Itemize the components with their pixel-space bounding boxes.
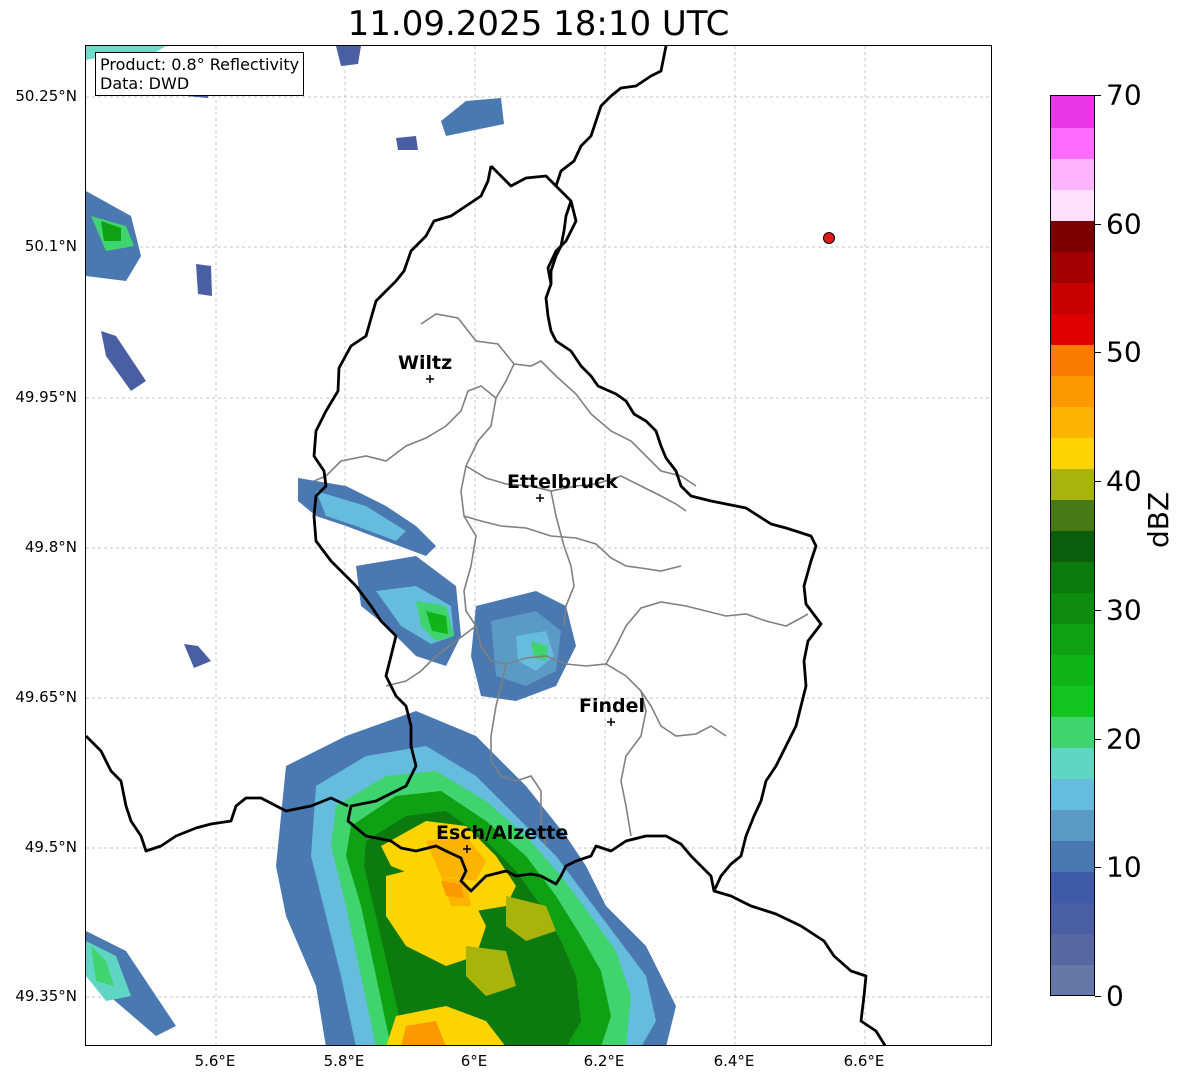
colorbar-tick-label: 60 <box>1106 207 1142 241</box>
colorbar-segment <box>1051 933 1094 965</box>
lon-label: 6°E <box>460 1052 488 1070</box>
colorbar-tick-label: 40 <box>1106 464 1142 498</box>
map-canvas: Wiltz Ettelbruck Findel Esch/Alzette <box>86 46 991 1045</box>
colorbar-segment <box>1051 158 1094 190</box>
colorbar-segment <box>1051 468 1094 500</box>
product-label: Product: 0.8° Reflectivity <box>100 55 300 74</box>
radar-map: Wiltz Ettelbruck Findel Esch/Alzette <box>85 45 992 1046</box>
colorbar-segment <box>1051 437 1094 469</box>
colorbar-segment <box>1051 127 1094 159</box>
lon-label: 6.6°E <box>843 1052 885 1070</box>
colorbar-tick-label: 10 <box>1106 850 1142 884</box>
colorbar-tick <box>1095 996 1101 997</box>
colorbar-segment <box>1051 344 1094 376</box>
radar-site-marker <box>823 232 835 244</box>
map-title: 11.09.2025 18:10 UTC <box>347 4 730 44</box>
colorbar-tick <box>1095 609 1101 611</box>
colorbar-tick-label: 30 <box>1106 593 1142 627</box>
radar-echoes <box>86 46 676 1045</box>
colorbar-segment <box>1051 840 1094 872</box>
city-label-ettelbruck: Ettelbruck <box>507 471 618 493</box>
colorbar-segment <box>1051 251 1094 283</box>
colorbar-segment <box>1051 871 1094 903</box>
colorbar-segment <box>1051 964 1094 995</box>
lon-label: 6.4°E <box>713 1052 755 1070</box>
lat-label: 49.35°N <box>15 987 77 1005</box>
colorbar-segment <box>1051 809 1094 841</box>
colorbar-segment <box>1051 592 1094 624</box>
colorbar-segment <box>1051 499 1094 531</box>
colorbar-segment <box>1051 313 1094 345</box>
colorbar-segment <box>1051 778 1094 810</box>
colorbar-segment <box>1051 561 1094 593</box>
lat-label: 50.25°N <box>15 87 77 105</box>
lon-label: 5.6°E <box>194 1052 236 1070</box>
lat-label: 49.8°N <box>24 538 77 556</box>
colorbar-segment <box>1051 220 1094 252</box>
city-marker-ettelbruck <box>536 494 544 502</box>
city-label-wiltz: Wiltz <box>398 352 452 374</box>
city-marker-wiltz <box>426 375 434 383</box>
colorbar-segment <box>1051 902 1094 934</box>
lat-label: 49.65°N <box>15 688 77 706</box>
city-marker-findel <box>607 718 615 726</box>
lat-label: 50.1°N <box>24 237 77 255</box>
colorbar-segment <box>1051 747 1094 779</box>
lon-label: 6.2°E <box>583 1052 625 1070</box>
colorbar-segment <box>1051 282 1094 314</box>
colorbar-tick <box>1095 352 1101 354</box>
colorbar-tick-label: 20 <box>1106 722 1142 756</box>
info-box: Product: 0.8° Reflectivity Data: DWD <box>95 52 305 96</box>
lat-label: 49.5°N <box>24 838 77 856</box>
source-label: Data: DWD <box>100 74 190 93</box>
colorbar-tick <box>1095 481 1101 483</box>
colorbar-tick <box>1095 738 1101 740</box>
colorbar-tick <box>1095 223 1101 225</box>
colorbar-segment <box>1051 375 1094 407</box>
colorbar-segment <box>1051 189 1094 221</box>
colorbar <box>1050 95 1095 996</box>
colorbar-tick <box>1095 867 1101 869</box>
colorbar-label: dBZ <box>1142 491 1175 548</box>
colorbar-segment <box>1051 623 1094 655</box>
colorbar-segment <box>1051 530 1094 562</box>
colorbar-segment <box>1051 406 1094 438</box>
colorbar-tick-label: 70 <box>1106 78 1142 112</box>
lon-label: 5.8°E <box>323 1052 365 1070</box>
colorbar-tick-label: 50 <box>1106 335 1142 369</box>
colorbar-segment <box>1051 96 1094 128</box>
city-label-findel: Findel <box>579 695 645 717</box>
colorbar-segment <box>1051 716 1094 748</box>
colorbar-tick <box>1095 95 1101 96</box>
colorbar-segment <box>1051 654 1094 686</box>
colorbar-segment <box>1051 685 1094 717</box>
city-label-esch: Esch/Alzette <box>436 822 568 844</box>
lat-label: 49.95°N <box>15 388 77 406</box>
colorbar-tick-label: 0 <box>1106 979 1124 1013</box>
